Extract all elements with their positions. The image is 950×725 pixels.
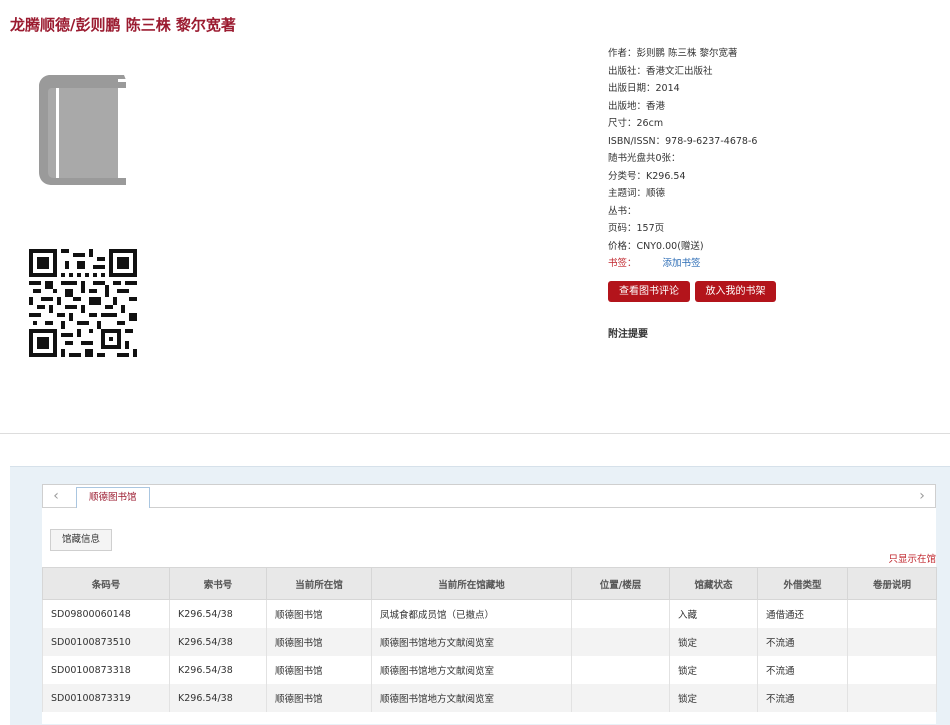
book-title: 龙腾顺德/彭则鹏 陈三株 黎尔宽著 [10,16,236,34]
bookmark-row: 书签： 添加书签 [608,255,757,273]
table-cell [847,599,937,628]
table-cell: K296.54/38 [169,599,267,628]
holdings-table: 条码号 索书号 当前所在馆 当前所在馆藏地 位置/楼层 馆藏状态 外借类型 卷册… [42,567,937,712]
qr-code [29,249,137,357]
table-cell: 顺德图书馆 [266,656,372,684]
table-cell: 顺德图书馆地方文献阅览室 [371,684,572,712]
table-cell [571,656,670,684]
table-cell [847,628,937,656]
column-header: 条码号 [42,567,170,600]
detail-publisher: 出版社：香港文汇出版社 [608,65,713,77]
table-cell: K296.54/38 [169,684,267,712]
table-cell: 入藏 [669,599,758,628]
add-to-shelf-button[interactable]: 放入我的书架 [695,281,776,302]
action-buttons: 查看图书评论 放入我的书架 [608,279,776,302]
table-cell: 通借通还 [757,599,848,628]
view-reviews-button[interactable]: 查看图书评论 [608,281,690,302]
detail-pub-date: 出版日期：2014 [608,83,680,94]
table-header-row: 条码号 索书号 当前所在馆 当前所在馆藏地 位置/楼层 馆藏状态 外借类型 卷册… [42,567,937,600]
table-cell: 顺德图书馆地方文献阅览室 [371,656,572,684]
tab-holdings-info[interactable]: 馆藏信息 [50,529,113,551]
add-bookmark-link[interactable]: 添加书签 [663,258,701,269]
notes-heading: 附注提要 [608,329,648,340]
column-header: 当前所在馆 [266,567,372,600]
table-cell: SD09800060148 [42,599,170,628]
table-cell: 不流通 [757,684,848,712]
column-header: 位置/楼层 [571,567,670,600]
detail-subject: 主题词：顺德 [608,188,666,199]
table-cell: 顺德图书馆地方文献阅览室 [371,628,572,656]
detail-size: 尺寸：26cm [608,118,664,129]
column-header: 索书号 [169,567,267,600]
book-details: 作者：彭则鹏 陈三株 黎尔宽著 出版社：香港文汇出版社 出版日期：2014 出版… [608,45,757,273]
tab-shunde-library[interactable]: 顺德图书馆 [76,487,150,508]
detail-pages: 页码：157页 [608,223,665,234]
table-cell: SD00100873510 [42,628,170,656]
table-cell: 顺德图书馆 [266,599,372,628]
detail-isbn: ISBN/ISSN：978-9-6237-4678-6 [608,135,758,147]
table-cell: K296.54/38 [169,628,267,656]
table-row: SD09800060148 K296.54/38 顺德图书馆 凤城食都成员馆（已… [42,599,937,628]
table-cell [847,684,937,712]
column-header: 馆藏状态 [669,567,758,600]
table-cell [571,684,670,712]
table-cell: 不流通 [757,656,848,684]
bookmark-label: 书签： [608,258,637,269]
table-cell: 凤城食都成员馆（已撤点） [371,599,572,628]
table-cell [571,628,670,656]
chevron-right-icon[interactable]: › [911,485,933,507]
detail-series: 丛书： [608,205,637,217]
book-cover-icon [39,75,126,185]
only-in-library-filter[interactable]: 只显示在馆 [888,551,936,565]
table-cell: 不流通 [757,628,848,656]
table-row: SD00100873510 K296.54/38 顺德图书馆 顺德图书馆地方文献… [42,628,937,656]
section-divider [0,433,950,434]
column-header: 卷册说明 [847,567,937,600]
table-cell [571,599,670,628]
column-header: 外借类型 [757,567,848,600]
table-cell [847,656,937,684]
table-row: SD00100873318 K296.54/38 顺德图书馆 顺德图书馆地方文献… [42,656,937,684]
table-cell: SD00100873319 [42,684,170,712]
table-cell: 顺德图书馆 [266,684,372,712]
column-header: 当前所在馆藏地 [371,567,572,600]
table-cell: 锁定 [669,628,758,656]
table-cell: 锁定 [669,656,758,684]
detail-pub-place: 出版地：香港 [608,100,666,112]
detail-cd-count: 随书光盘共0张： [608,153,681,164]
table-row: SD00100873319 K296.54/38 顺德图书馆 顺德图书馆地方文献… [42,684,937,712]
table-cell: K296.54/38 [169,656,267,684]
table-cell: SD00100873318 [42,656,170,684]
table-cell: 顺德图书馆 [266,628,372,656]
chevron-left-icon[interactable]: ‹ [45,485,67,507]
detail-price: 价格：CNY0.00(赠送) [608,240,704,252]
library-tabbar: ‹ 顺德图书馆 › [42,484,936,508]
detail-class-number: 分类号：K296.54 [608,170,686,182]
detail-author: 作者：彭则鹏 陈三株 黎尔宽著 [608,48,738,59]
table-cell: 锁定 [669,684,758,712]
